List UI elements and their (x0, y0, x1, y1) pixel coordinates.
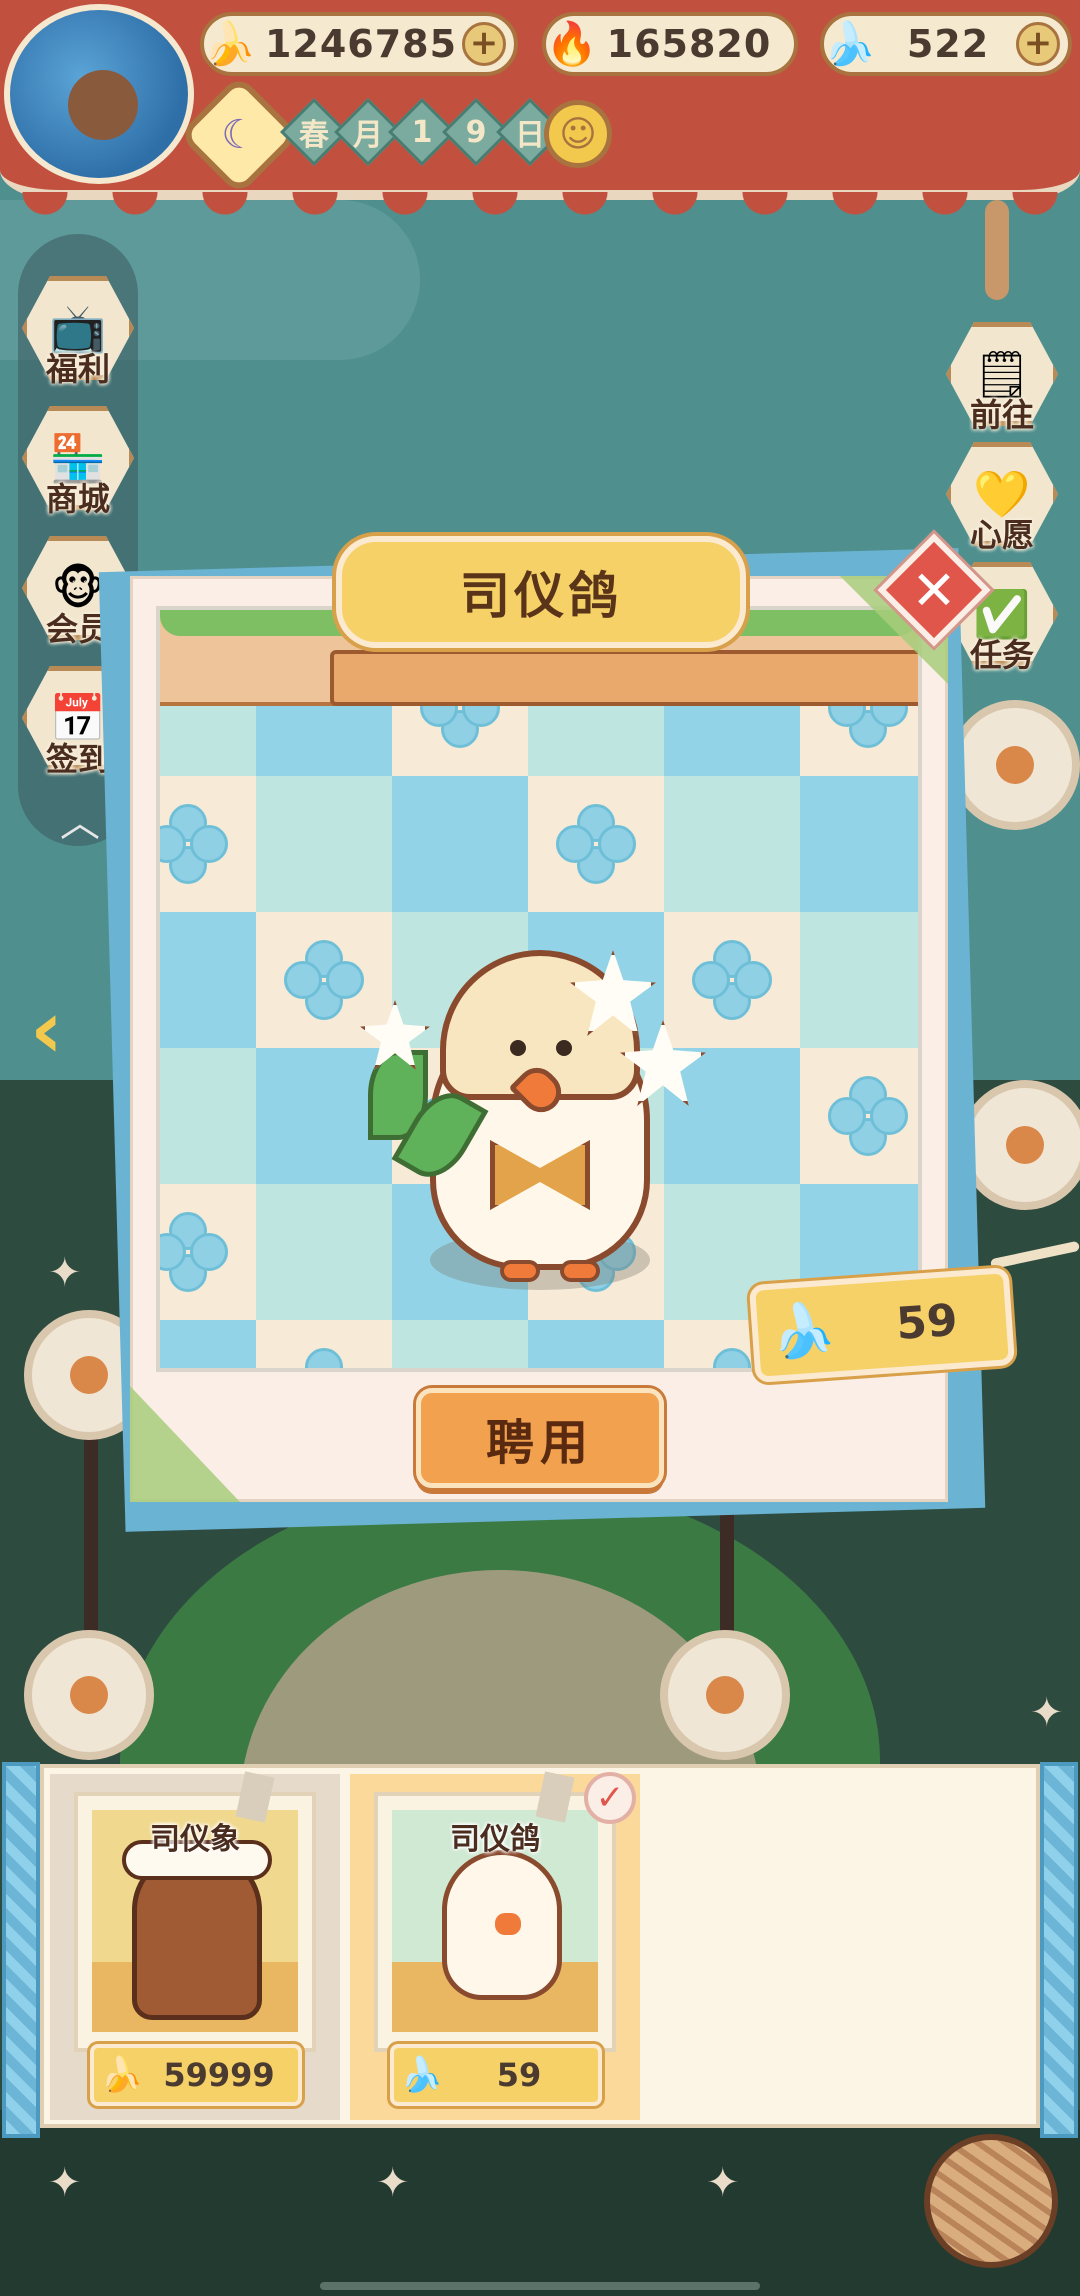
item-name: 司仪象 (150, 1822, 240, 1857)
clover-pattern (828, 1076, 908, 1156)
selected-check-icon: ✓ (584, 1772, 636, 1824)
preview-tile (392, 1320, 528, 1368)
blue-banana-icon: 🍌 (400, 2055, 444, 2095)
blue-banana-icon: 🍌 (823, 19, 877, 68)
goto-button[interactable]: 🗒 前往 (940, 322, 1064, 436)
emcee-dove-character (360, 930, 720, 1310)
preview-tile (528, 1320, 664, 1368)
tray-item-emcee-elephant[interactable]: 司仪象 🍌 59999 (50, 1771, 340, 2120)
home-indicator[interactable] (320, 2282, 760, 2290)
preview-tile (160, 912, 256, 1048)
scene-foreground (0, 2110, 1080, 2296)
wish-label: 心愿 (969, 516, 1034, 554)
item-price-tag: 🍌 59 (390, 2044, 602, 2106)
date-char: 1 (398, 104, 446, 160)
white-flower-decoration (950, 700, 1080, 830)
item-price: 59999 (163, 2056, 275, 2094)
add-blue-banana-button[interactable]: + (1016, 22, 1060, 66)
preview-tile (160, 1048, 256, 1184)
date-char: 9 (452, 104, 500, 160)
star-decoration: ✦ (48, 1250, 82, 1296)
preview-tile (160, 776, 256, 912)
flame-amount: 165820 (606, 22, 772, 66)
white-flower-decoration (24, 1630, 154, 1760)
preview-tile (800, 776, 918, 912)
star-decoration: ✦ (1030, 1690, 1064, 1736)
close-icon: ✕ (911, 558, 957, 622)
preview-tile (800, 1048, 918, 1184)
shop-button[interactable]: 🏪 商城 (16, 406, 140, 520)
blue-banana-amount: 522 (906, 22, 990, 66)
star-decoration: ✦ (376, 2160, 410, 2206)
player-avatar-icon (68, 70, 138, 140)
popup-price-tag: 🍌 59 (748, 1267, 1016, 1383)
hire-label: 聘用 (485, 1415, 594, 1471)
hire-button[interactable]: 聘用 (416, 1388, 664, 1488)
popup-title-plate: 司仪鸽 (336, 536, 746, 648)
preview-tile (256, 1320, 392, 1368)
item-price: 59 (496, 2056, 542, 2094)
white-flower-decoration (960, 1080, 1080, 1210)
rope-decoration (985, 200, 1009, 300)
clover-pattern (160, 804, 228, 884)
blue-banana-icon: 🍌 (768, 1298, 838, 1364)
preview-shelf (330, 650, 918, 706)
yarn-ball-button[interactable] (924, 2134, 1058, 2268)
preview-tile (528, 776, 664, 912)
star-decoration: ✦ (706, 2160, 740, 2206)
welfare-button[interactable]: 📺 福利 (16, 276, 140, 390)
scroll-left-arrow[interactable]: ‹ (30, 990, 90, 1070)
banana-currency: 🍌 1246785 + (200, 12, 518, 76)
preview-tile (800, 912, 918, 1048)
preview-tile (160, 1320, 256, 1368)
tray-item-emcee-dove[interactable]: 司仪鸽 🍌 59 (350, 1771, 640, 2120)
weather-sun-icon[interactable]: ☺ (544, 100, 612, 168)
clover-pattern (556, 804, 636, 884)
wish-button[interactable]: 💛 心愿 (940, 442, 1064, 556)
star-decoration: ✦ (48, 2160, 82, 2206)
clover-pattern (160, 1212, 228, 1292)
date-char: 春 (290, 104, 338, 160)
goto-label: 前往 (969, 396, 1034, 434)
banana-icon: 🍌 (203, 19, 257, 68)
banana-icon: 🍌 (100, 2055, 144, 2095)
clover-pattern (284, 1348, 364, 1368)
tray-rod-right (1040, 1762, 1078, 2138)
popup-price: 59 (894, 1294, 960, 1350)
preview-tile (160, 1184, 256, 1320)
flame-icon: 🔥 (545, 19, 599, 68)
player-avatar[interactable] (4, 4, 194, 184)
banana-amount: 1246785 (264, 22, 458, 66)
preview-tile (256, 776, 392, 912)
blue-banana-currency: 🍌 522 + (820, 12, 1072, 76)
collapse-menu-button[interactable]: ︿ (52, 790, 108, 846)
add-banana-button[interactable]: + (462, 22, 506, 66)
preview-tile (392, 776, 528, 912)
item-price-tag: 🍌 59999 (90, 2044, 302, 2106)
moon-icon: ☾ (221, 112, 257, 158)
white-flower-decoration (660, 1630, 790, 1760)
game-date: 春 月 1 9 日 (290, 104, 554, 160)
tray-rod-left (2, 1762, 40, 2138)
preview-tile (664, 776, 800, 912)
popup-title: 司仪鸽 (460, 567, 622, 625)
flame-currency: 🔥 165820 (542, 12, 798, 76)
shop-label: 商城 (45, 480, 110, 518)
welfare-label: 福利 (45, 350, 110, 388)
clover-pattern (284, 940, 364, 1020)
date-char: 月 (344, 104, 392, 160)
